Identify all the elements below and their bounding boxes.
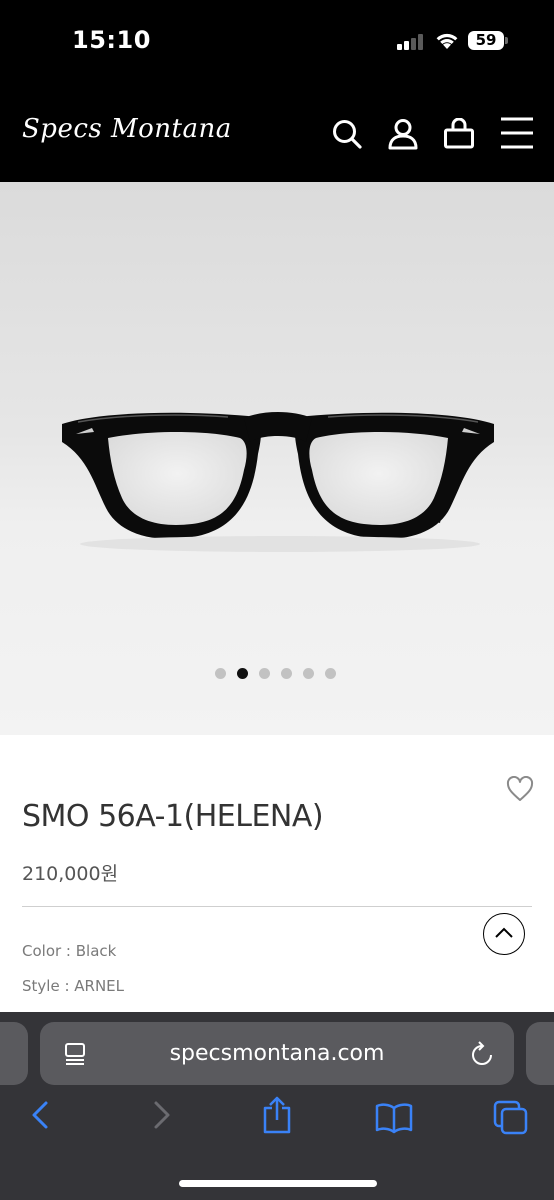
style-option: Style : ARNEL <box>22 977 125 995</box>
bookmarks-icon[interactable] <box>375 1102 413 1134</box>
gallery-dot[interactable] <box>215 668 226 679</box>
glasses-shadow <box>80 536 480 552</box>
url-text: specsmontana.com <box>169 1041 385 1066</box>
previous-tab-peek[interactable] <box>0 1022 28 1085</box>
search-icon[interactable] <box>331 118 363 150</box>
site-logo[interactable]: Specs Montana <box>22 114 232 144</box>
product-title: SMO 56A-1(HELENA) <box>22 799 324 834</box>
browser-toolbar: specsmontana.com <box>0 1012 554 1200</box>
color-option: Color : Black <box>22 942 117 960</box>
gallery-dot[interactable] <box>325 668 336 679</box>
gallery-dot-active[interactable] <box>237 668 248 679</box>
site-header: Specs Montana <box>0 88 554 182</box>
eyeglasses-product-image <box>62 412 494 539</box>
share-icon[interactable] <box>260 1096 294 1134</box>
wifi-icon <box>436 33 458 49</box>
tabs-icon[interactable] <box>493 1100 529 1136</box>
hamburger-menu-icon[interactable] <box>500 116 534 150</box>
product-image-gallery[interactable] <box>0 182 554 735</box>
status-bar: 15:10 59 <box>0 0 554 88</box>
divider <box>22 906 532 907</box>
address-bar[interactable]: specsmontana.com <box>40 1022 514 1085</box>
shopping-bag-icon[interactable] <box>443 118 475 150</box>
forward-icon[interactable] <box>148 1100 174 1130</box>
home-indicator[interactable] <box>179 1180 377 1187</box>
next-tab-peek[interactable] <box>526 1022 554 1085</box>
status-time: 15:10 <box>72 26 151 54</box>
gallery-dot[interactable] <box>259 668 270 679</box>
account-icon[interactable] <box>387 118 419 150</box>
wishlist-heart-icon[interactable] <box>506 776 534 802</box>
battery-level: 59 <box>468 31 504 50</box>
reload-icon[interactable] <box>470 1041 494 1067</box>
product-price: 210,000원 <box>22 863 119 885</box>
battery-tip <box>505 37 508 44</box>
chevron-up-icon <box>495 927 513 938</box>
gallery-pagination <box>215 668 336 679</box>
cellular-signal-icon <box>397 34 423 50</box>
gallery-dot[interactable] <box>303 668 314 679</box>
scroll-to-top-button[interactable] <box>483 913 525 955</box>
back-icon[interactable] <box>28 1100 54 1130</box>
gallery-dot[interactable] <box>281 668 292 679</box>
